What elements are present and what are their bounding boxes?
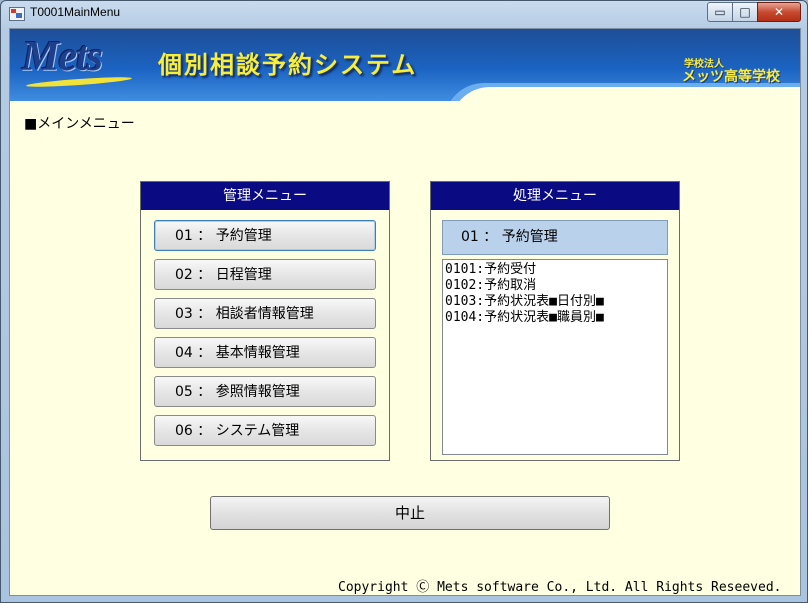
close-button[interactable]: ✕ [757,2,801,22]
menu-button-reservation[interactable]: 01 ： 予約管理 [154,220,376,251]
client-area: Mets 個別相談予約システム 学校法人 メッツ高等学校 ■メインメニュー 管理… [9,28,801,596]
cancel-button[interactable]: 中止 [210,496,610,530]
minimize-button[interactable]: ▭ [707,2,733,22]
app-icon [9,7,25,21]
management-menu-panel: 管理メニュー 01 ： 予約管理 02 ： 日程管理 03 ： 相談者情報管理 … [140,181,390,461]
menu-button-reference-info[interactable]: 05 ： 参照情報管理 [154,376,376,407]
process-item-status-by-staff[interactable]: 0104:予約状況表■職員別■ [445,310,665,326]
main-window: T0001MainMenu ▭ □ ✕ Mets 個別相談予約システム 学校法人… [0,0,808,603]
menu-button-schedule[interactable]: 02 ： 日程管理 [154,259,376,290]
window-title: T0001MainMenu [30,5,121,19]
menu-button-basic-info[interactable]: 04 ： 基本情報管理 [154,337,376,368]
process-menu-title: 処理メニュー [431,182,679,210]
main-menu-heading: ■メインメニュー [24,116,135,132]
school-name: メッツ高等学校 [682,69,780,85]
banner-decoration [450,87,800,101]
mets-logo: Mets [22,34,103,80]
header-banner: Mets 個別相談予約システム 学校法人 メッツ高等学校 [10,29,800,101]
maximize-button[interactable]: □ [732,2,758,22]
process-item-reservation-accept[interactable]: 0101:予約受付 [445,262,665,278]
process-list[interactable]: 0101:予約受付 0102:予約取消 0103:予約状況表■日付別■ 0104… [442,259,668,455]
copyright-text: Copyright Ⓒ Mets software Co., Ltd. All … [338,580,782,595]
system-title: 個別相談予約システム [158,51,418,79]
menu-button-system[interactable]: 06 ： システム管理 [154,415,376,446]
selected-menu-label: 01 ： 予約管理 [442,220,668,255]
process-menu-panel: 処理メニュー 01 ： 予約管理 0101:予約受付 0102:予約取消 010… [430,181,680,461]
process-item-reservation-cancel[interactable]: 0102:予約取消 [445,278,665,294]
process-item-status-by-date[interactable]: 0103:予約状況表■日付別■ [445,294,665,310]
management-menu-title: 管理メニュー [141,182,389,210]
menu-button-consultee-info[interactable]: 03 ： 相談者情報管理 [154,298,376,329]
title-bar[interactable]: T0001MainMenu ▭ □ ✕ [1,1,807,27]
